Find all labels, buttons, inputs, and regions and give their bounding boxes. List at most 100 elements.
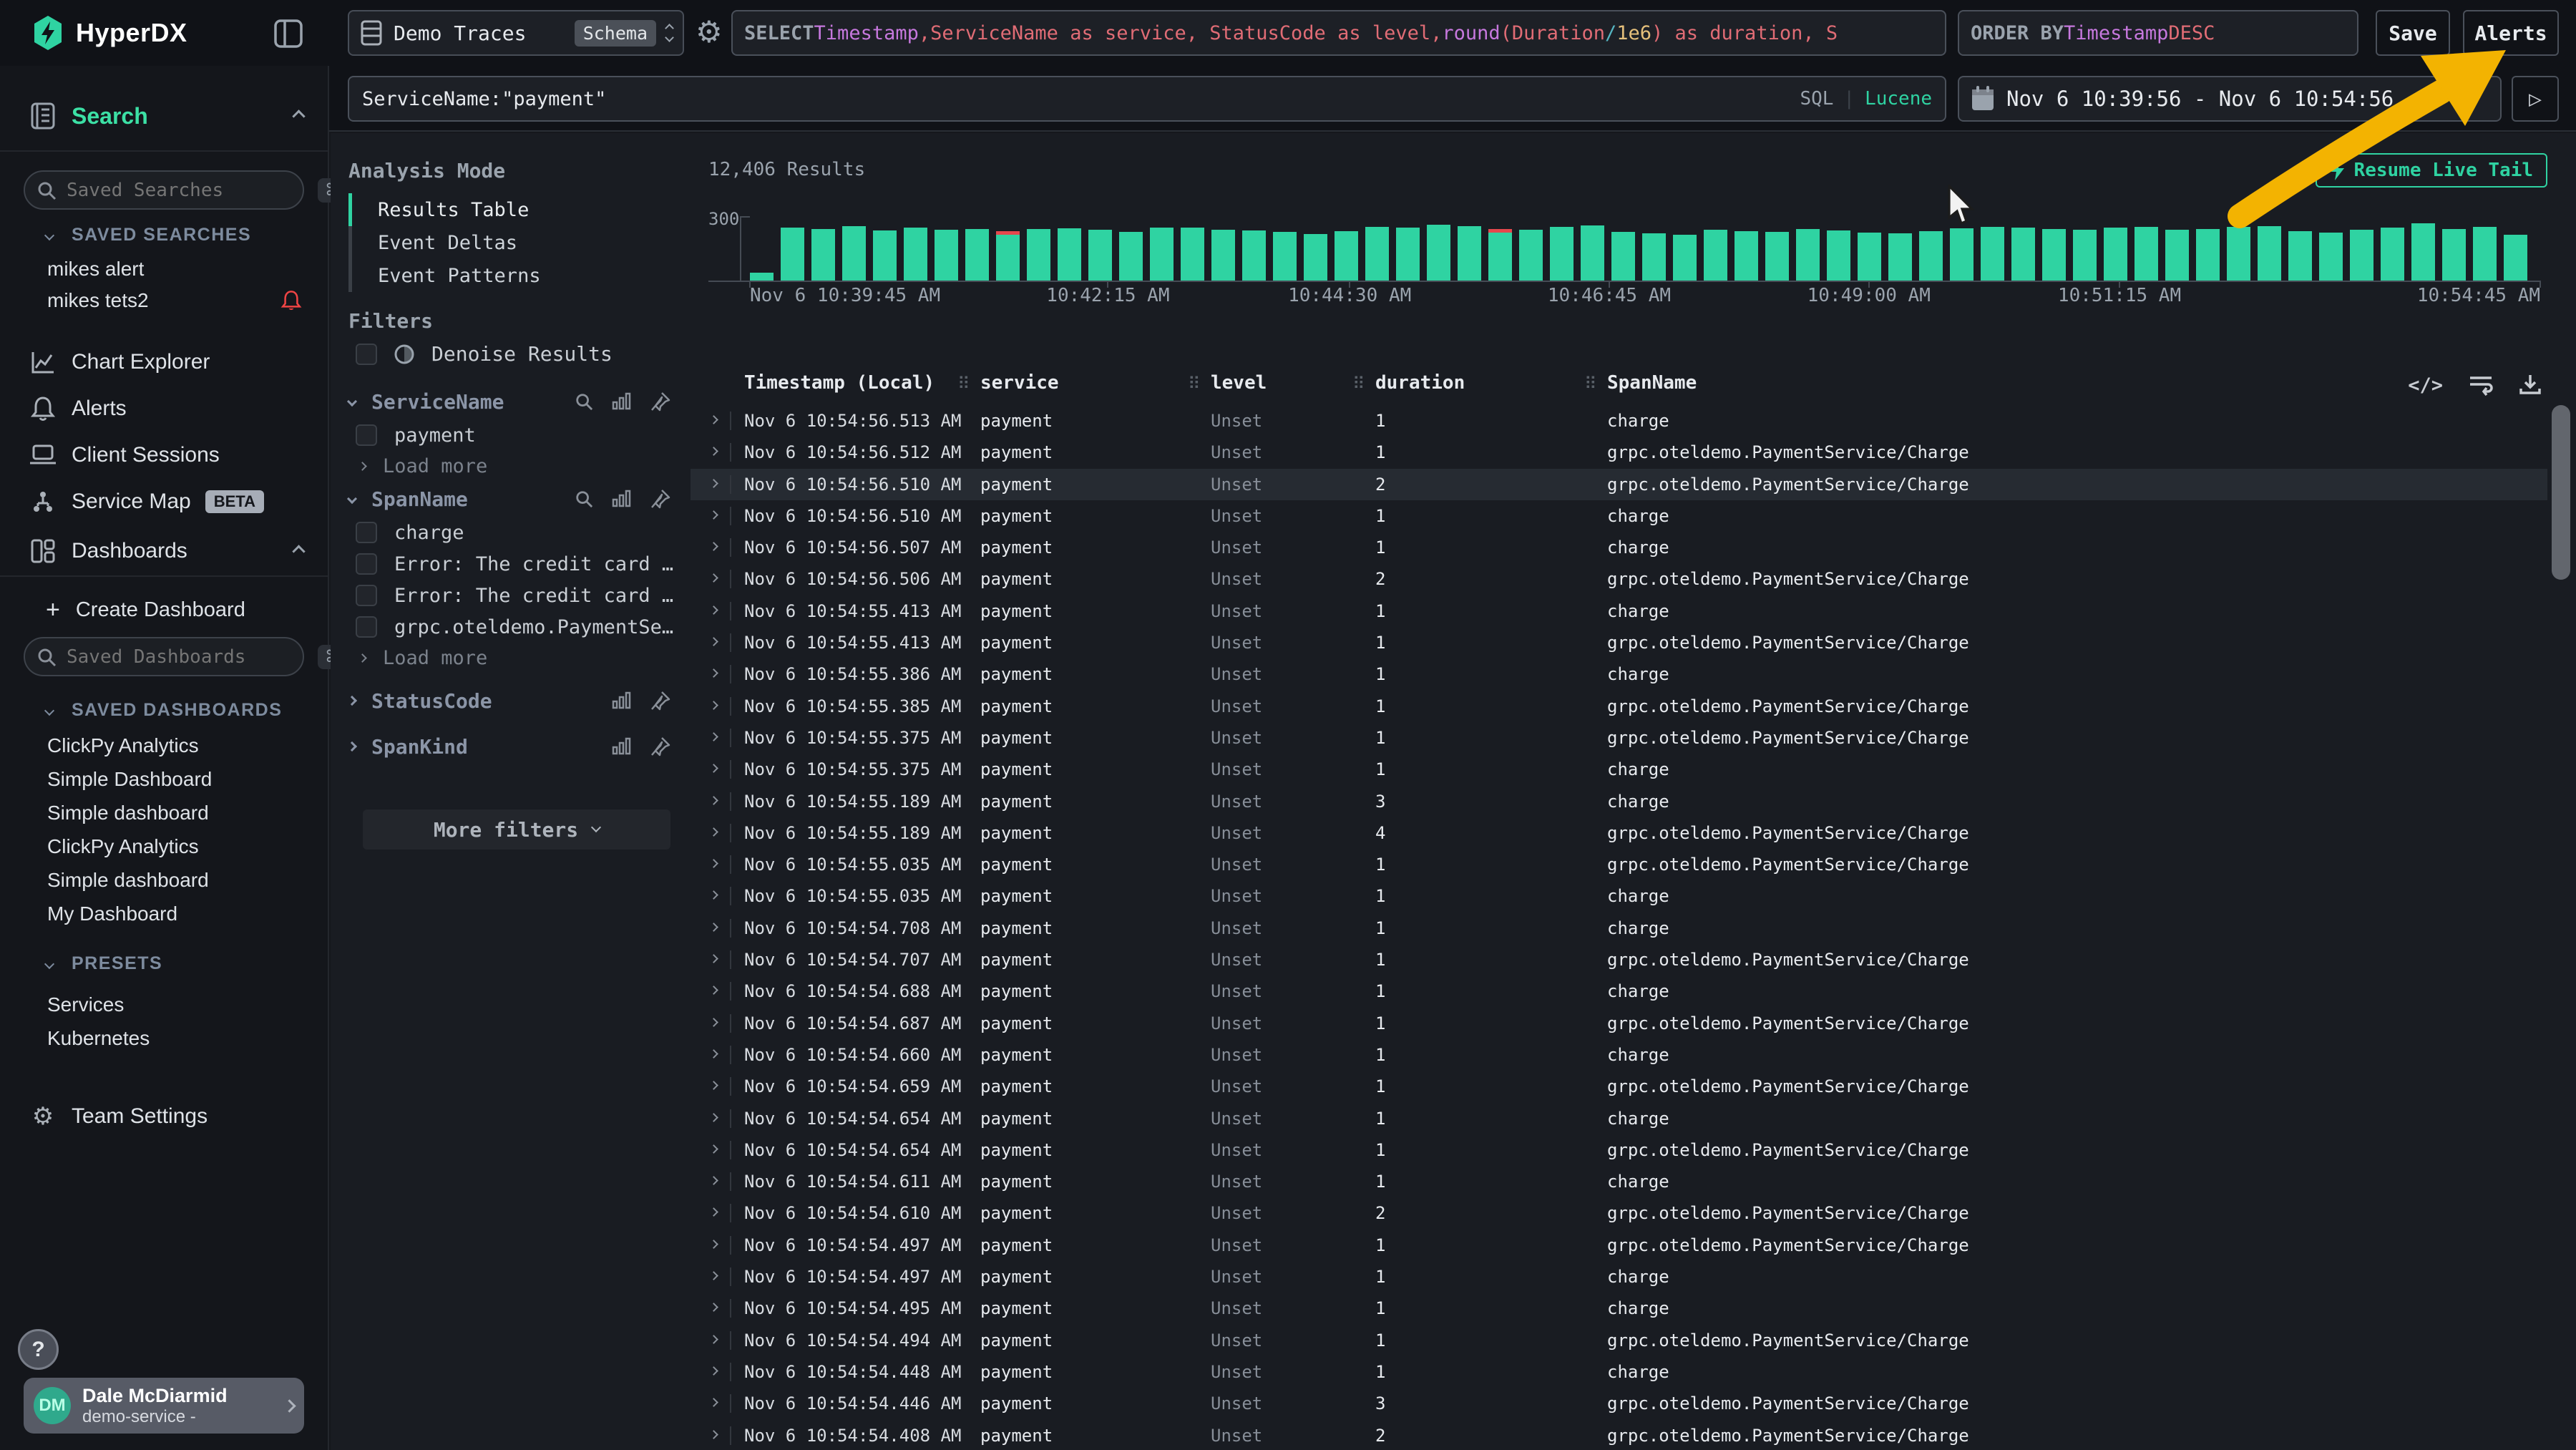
row-expander-icon[interactable] — [709, 701, 718, 710]
filter-checkbox[interactable] — [356, 424, 377, 446]
histogram-bar[interactable] — [965, 229, 989, 281]
sidebar-item-dashboards[interactable]: Dashboards — [0, 530, 328, 573]
saved-dashboards-searchbox[interactable]: ⌘K — [24, 637, 304, 676]
row-expander-icon[interactable] — [709, 1113, 718, 1122]
row-expander-icon[interactable] — [709, 764, 718, 773]
row-expander-icon[interactable] — [709, 891, 718, 900]
histogram-bar[interactable] — [1304, 234, 1327, 281]
row-expander-icon[interactable] — [709, 1240, 718, 1249]
chart-icon[interactable] — [612, 691, 632, 710]
table-row[interactable]: Nov 6 10:54:54.688 AMpaymentUnset1charge — [691, 975, 2547, 1007]
denoise-results-toggle[interactable]: Denoise Results — [356, 342, 613, 366]
histogram-bar[interactable] — [1919, 231, 1943, 281]
column-drag-handle-icon[interactable]: ⠿ — [1584, 374, 1597, 394]
histogram-bar[interactable] — [1796, 229, 1820, 281]
row-expander-icon[interactable] — [709, 479, 718, 488]
histogram-bar[interactable] — [2258, 226, 2281, 281]
table-row[interactable]: Nov 6 10:54:54.495 AMpaymentUnset1charge — [691, 1293, 2547, 1324]
analysis-tab-event-patterns[interactable]: Event Patterns — [348, 259, 541, 292]
sidebar-item-chart-explorer[interactable]: Chart Explorer — [0, 344, 328, 381]
row-expander-icon[interactable] — [709, 415, 718, 424]
analysis-tab-results-table[interactable]: Results Table — [348, 193, 541, 226]
row-expander-icon[interactable] — [709, 1335, 718, 1344]
histogram-bar[interactable] — [1581, 225, 1604, 281]
create-dashboard-button[interactable]: + Create Dashboard — [0, 593, 328, 627]
column-header-level[interactable]: level — [1211, 372, 1267, 394]
table-row[interactable]: Nov 6 10:54:55.413 AMpaymentUnset1grpc.o… — [691, 627, 2547, 658]
filter-value-row[interactable]: grpc.oteldemo.PaymentSe… — [331, 611, 691, 643]
row-expander-icon[interactable] — [709, 669, 718, 678]
histogram-bar[interactable] — [1858, 233, 1881, 281]
saved-dashboards-input[interactable] — [67, 646, 308, 668]
histogram-bar[interactable] — [904, 228, 927, 281]
histogram-bar[interactable] — [2381, 228, 2404, 281]
histogram-bar[interactable] — [1981, 227, 2004, 281]
row-expander-icon[interactable] — [709, 796, 718, 805]
sidebar-item-alerts[interactable]: Alerts — [0, 390, 328, 427]
table-row[interactable]: Nov 6 10:54:54.654 AMpaymentUnset1grpc.o… — [691, 1134, 2547, 1166]
column-header-timestamp-local-[interactable]: Timestamp (Local) — [744, 372, 935, 394]
table-row[interactable]: Nov 6 10:54:56.512 AMpaymentUnset1grpc.o… — [691, 437, 2547, 468]
filter-group-header[interactable]: StatusCode — [331, 683, 691, 719]
histogram-bar[interactable] — [1673, 235, 1697, 281]
column-drag-handle-icon[interactable]: ⠿ — [1352, 374, 1365, 394]
table-row[interactable]: Nov 6 10:54:54.610 AMpaymentUnset2grpc.o… — [691, 1197, 2547, 1229]
lucene-mode-option[interactable]: Lucene — [1865, 88, 1932, 110]
help-button[interactable]: ? — [18, 1329, 59, 1370]
saved-searches-searchbox[interactable]: ⌘K — [24, 170, 304, 210]
histogram-bar[interactable] — [1611, 232, 1635, 281]
histogram-bar[interactable] — [2411, 223, 2435, 281]
filter-group-header[interactable]: ServiceName — [331, 384, 691, 419]
table-row[interactable]: Nov 6 10:54:56.507 AMpaymentUnset1charge — [691, 532, 2547, 563]
filter-value-row[interactable]: payment — [331, 419, 691, 451]
histogram-bar[interactable] — [1088, 230, 1112, 281]
data-source-select[interactable]: Demo Traces Schema — [348, 10, 684, 56]
filter-checkbox[interactable] — [356, 553, 377, 575]
table-row[interactable]: Nov 6 10:54:54.660 AMpaymentUnset1charge — [691, 1039, 2547, 1071]
row-expander-icon[interactable] — [709, 574, 718, 583]
row-expander-icon[interactable] — [709, 542, 718, 551]
table-row[interactable]: Nov 6 10:54:54.611 AMpaymentUnset1charge — [691, 1166, 2547, 1197]
saved-searches-input[interactable] — [67, 180, 308, 201]
table-row[interactable]: Nov 6 10:54:55.189 AMpaymentUnset3charge — [691, 786, 2547, 817]
histogram-bar[interactable] — [1027, 229, 1050, 281]
download-icon[interactable] — [2519, 374, 2542, 396]
histogram-bar[interactable] — [2319, 233, 2343, 281]
table-row[interactable]: Nov 6 10:54:55.386 AMpaymentUnset1charge — [691, 658, 2547, 690]
histogram-bar[interactable] — [2135, 227, 2158, 281]
sidebar-saved-search-item[interactable]: mikes alert — [0, 253, 328, 285]
table-row[interactable]: Nov 6 10:54:54.446 AMpaymentUnset3grpc.o… — [691, 1388, 2547, 1419]
table-row[interactable]: Nov 6 10:54:54.707 AMpaymentUnset1grpc.o… — [691, 944, 2547, 975]
sidebar-preset-item[interactable]: Kubernetes — [0, 1023, 328, 1054]
sql-mode-option[interactable]: SQL — [1800, 88, 1833, 110]
row-expander-icon[interactable] — [709, 1081, 718, 1090]
filter-value-row[interactable]: Error: The credit card … — [331, 548, 691, 580]
histogram-bar[interactable] — [935, 230, 958, 281]
histogram-bar[interactable] — [2473, 227, 2497, 281]
row-expander-icon[interactable] — [709, 1049, 718, 1059]
presets-header[interactable]: PRESETS — [46, 953, 162, 974]
table-row[interactable]: Nov 6 10:54:56.506 AMpaymentUnset2grpc.o… — [691, 563, 2547, 595]
sidebar-item-search[interactable]: Search — [0, 94, 328, 137]
scrollbar-thumb[interactable] — [2552, 405, 2570, 580]
sidebar-saved-dashboard-item[interactable]: Simple Dashboard — [0, 764, 328, 795]
table-row[interactable]: Nov 6 10:54:54.448 AMpaymentUnset1charge — [691, 1356, 2547, 1388]
histogram-bar[interactable] — [750, 273, 774, 281]
chart-icon[interactable] — [612, 490, 632, 508]
pin-icon[interactable] — [650, 391, 670, 412]
histogram-bar[interactable] — [1458, 226, 1481, 281]
table-row[interactable]: Nov 6 10:54:56.510 AMpaymentUnset1charge — [691, 500, 2547, 532]
row-expander-icon[interactable] — [709, 859, 718, 868]
run-query-button[interactable]: ▷ — [2512, 76, 2559, 122]
row-expander-icon[interactable] — [709, 1398, 718, 1407]
filter-value-row[interactable]: Error: The credit card … — [331, 580, 691, 611]
histogram-bar[interactable] — [2104, 228, 2127, 281]
histogram-bar[interactable] — [1735, 231, 1758, 281]
histogram-bar[interactable] — [996, 231, 1020, 281]
saved-dashboards-header[interactable]: SAVED DASHBOARDS — [46, 700, 282, 721]
histogram-bar[interactable] — [2350, 230, 2373, 281]
histogram-bar[interactable] — [2196, 229, 2220, 281]
histogram-bar[interactable] — [2165, 230, 2189, 281]
table-row[interactable]: Nov 6 10:54:54.654 AMpaymentUnset1charge — [691, 1103, 2547, 1134]
alerts-button[interactable]: Alerts — [2463, 10, 2559, 56]
